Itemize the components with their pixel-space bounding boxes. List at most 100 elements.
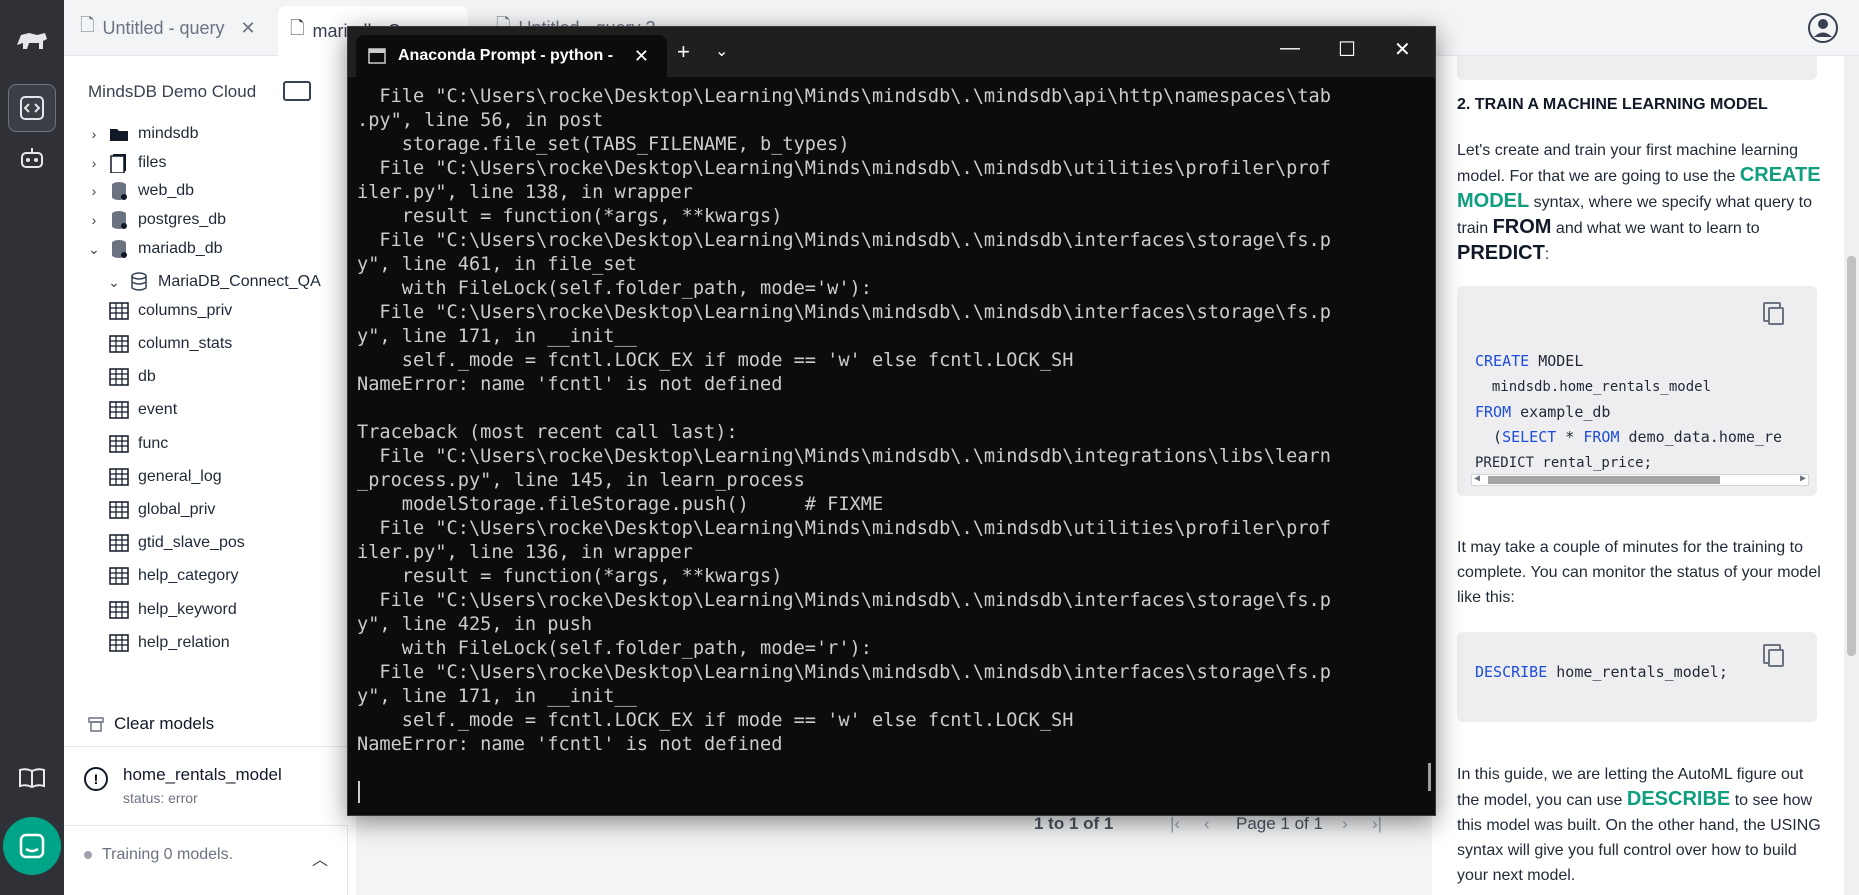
terminal-tab[interactable]: Anaconda Prompt - python - ✕ xyxy=(356,35,667,77)
copy-icon[interactable] xyxy=(1763,302,1784,325)
scrollbar-thumb[interactable] xyxy=(1847,256,1856,656)
tree-item-table[interactable]: gtid_slave_pos xyxy=(108,528,245,558)
table-icon xyxy=(108,367,130,387)
terminal-line: storage.file_set(TABS_FILENAME, b_types) xyxy=(357,134,850,155)
anaconda-prompt-window[interactable]: Anaconda Prompt - python - ✕ + ⌄ — ☐ ✕ F… xyxy=(347,26,1436,816)
chevron-down-icon[interactable]: ⌄ xyxy=(106,274,122,291)
tree-item-table[interactable]: db xyxy=(108,362,156,392)
training-status: Training 0 models. xyxy=(84,846,233,864)
chevron-right-icon[interactable]: › xyxy=(86,155,102,171)
chevron-right-icon[interactable]: › xyxy=(86,183,102,199)
chevron-right-icon[interactable]: › xyxy=(86,212,102,228)
guide-scrollbar[interactable] xyxy=(1844,56,1859,895)
terminal-line: File "C:\Users\rocke\Desktop\Learning\Mi… xyxy=(357,662,1331,683)
page-indicator: Page 1 of 1 xyxy=(1236,814,1323,833)
editor-icon[interactable] xyxy=(8,84,56,132)
tree-item-postgres-db[interactable]: › postgres_db xyxy=(86,205,226,235)
tree-item-table[interactable]: column_stats xyxy=(108,329,232,359)
terminal-line: y", line 171, in __init__ xyxy=(357,326,637,347)
tree-item-files[interactable]: › files xyxy=(86,148,166,178)
chevron-right-icon[interactable]: › xyxy=(86,126,102,142)
user-avatar-icon[interactable] xyxy=(1807,12,1839,44)
tree-item-mindsdb[interactable]: › mindsdb xyxy=(86,119,199,149)
terminal-line: y", line 171, in __init__ xyxy=(357,686,637,707)
docs-book-icon[interactable] xyxy=(8,754,56,802)
terminal-line: File "C:\Users\rocke\Desktop\Learning\Mi… xyxy=(357,86,1331,107)
files-icon xyxy=(108,153,130,173)
terminal-line: File "C:\Users\rocke\Desktop\Learning\Mi… xyxy=(357,230,1331,251)
collapse-sidebar-icon[interactable] xyxy=(283,81,311,101)
terminal-line: modelStorage.fileStorage.push() # FIXME xyxy=(357,494,884,515)
terminal-line: self._mode = fcntl.LOCK_EX if mode == 'w… xyxy=(357,350,1074,371)
tree-item-table[interactable]: columns_priv xyxy=(108,296,232,326)
tree-item-mariadb-connect-qa[interactable]: ⌄ MariaDB_Connect_QA xyxy=(106,267,321,297)
close-tab-icon[interactable]: ✕ xyxy=(634,46,649,67)
tab-untitled-query[interactable]: 🗋 Untitled - query ✕ xyxy=(68,6,268,50)
tree-item-table[interactable]: event xyxy=(108,395,177,425)
close-tab-icon[interactable]: ✕ xyxy=(241,18,256,39)
tree-item-mariadb-db[interactable]: ⌄ mariadb_db xyxy=(86,234,223,264)
tree-item-web-db[interactable]: › web_db xyxy=(86,176,194,206)
chevron-down-icon[interactable]: ⌄ xyxy=(86,241,102,258)
tree-item-table[interactable]: general_log xyxy=(108,462,222,492)
terminal-line: File "C:\Users\rocke\Desktop\Learning\Mi… xyxy=(357,590,1331,611)
model-status-card[interactable]: ! home_rentals_model status: error xyxy=(64,746,348,826)
describe-code-block: DESCRIBE home_rentals_model; xyxy=(1457,632,1817,722)
terminal-icon xyxy=(368,48,386,64)
tree-item-table[interactable]: func xyxy=(108,429,168,459)
new-tab-icon[interactable]: + xyxy=(677,39,690,65)
terminal-scrollbar[interactable] xyxy=(1428,763,1431,791)
guide-paragraph-1: Let's create and train your first machin… xyxy=(1457,142,1821,264)
table-icon xyxy=(108,566,130,586)
clear-models-button[interactable]: Clear models xyxy=(88,714,344,734)
first-page-icon[interactable]: |‹ xyxy=(1170,814,1180,834)
database-sidebar: MindsDB Demo Cloud › mindsdb › files › w… xyxy=(64,56,348,895)
code-horizontal-scrollbar[interactable]: ◀ ▶ xyxy=(1471,473,1809,486)
maximize-icon[interactable]: ☐ xyxy=(1338,37,1356,62)
minimize-icon[interactable]: — xyxy=(1280,37,1300,60)
scroll-left-icon[interactable]: ◀ xyxy=(1474,473,1480,484)
tree-item-table[interactable]: help_category xyxy=(108,561,239,591)
scroll-right-icon[interactable]: ▶ xyxy=(1800,473,1806,484)
error-icon: ! xyxy=(84,767,108,791)
table-icon xyxy=(108,600,130,620)
mindsdb-logo-icon[interactable] xyxy=(8,16,56,64)
terminal-line: NameError: name 'fcntl' is not defined xyxy=(357,374,783,395)
copy-icon[interactable] xyxy=(1763,644,1784,667)
tree-item-table[interactable]: global_priv xyxy=(108,495,215,525)
prev-page-icon[interactable]: ‹ xyxy=(1204,814,1210,834)
chat-help-button[interactable] xyxy=(3,817,61,875)
table-icon xyxy=(108,301,130,321)
table-icon xyxy=(108,500,130,520)
terminal-line: iler.py", line 138, in wrapper xyxy=(357,182,693,203)
table-icon xyxy=(108,434,130,454)
guide-paragraph-3: In this guide, we are letting the AutoML… xyxy=(1457,766,1821,884)
dot-icon xyxy=(84,851,92,859)
terminal-output[interactable]: File "C:\Users\rocke\Desktop\Learning\Mi… xyxy=(357,85,1417,757)
scrollbar-thumb[interactable] xyxy=(1488,476,1720,484)
window-close-icon[interactable]: ✕ xyxy=(1394,37,1411,62)
database-icon xyxy=(108,181,130,201)
terminal-line: File "C:\Users\rocke\Desktop\Learning\Mi… xyxy=(357,302,1331,323)
folder-icon xyxy=(108,124,130,144)
tree-item-table[interactable]: help_relation xyxy=(108,628,230,658)
trash-icon xyxy=(88,717,104,732)
chevron-down-icon[interactable]: ⌄ xyxy=(715,41,728,61)
last-page-icon[interactable]: ›| xyxy=(1372,814,1382,834)
next-page-icon[interactable]: › xyxy=(1342,814,1348,834)
terminal-line: File "C:\Users\rocke\Desktop\Learning\Mi… xyxy=(357,158,1331,179)
terminal-line: self._mode = fcntl.LOCK_EX if mode == 'w… xyxy=(357,710,1074,731)
terminal-line: .py", line 56, in post xyxy=(357,110,604,131)
create-model-code-block: CREATE MODEL mindsdb.home_rentals_model … xyxy=(1457,286,1817,496)
guide-paragraph-2: It may take a couple of minutes for the … xyxy=(1457,539,1821,606)
table-icon xyxy=(108,334,130,354)
terminal-line: y", line 461, in file_set xyxy=(357,254,637,275)
document-icon: 🗋 xyxy=(290,18,305,38)
guide-heading: 2. TRAIN A MACHINE LEARNING MODEL xyxy=(1457,96,1768,113)
document-icon: 🗋 xyxy=(80,15,95,35)
table-icon xyxy=(108,633,130,653)
bot-icon[interactable] xyxy=(8,134,56,182)
left-rail xyxy=(0,0,64,895)
tree-item-table[interactable]: help_keyword xyxy=(108,595,237,625)
chevron-up-icon[interactable]: ︿ xyxy=(312,846,328,870)
